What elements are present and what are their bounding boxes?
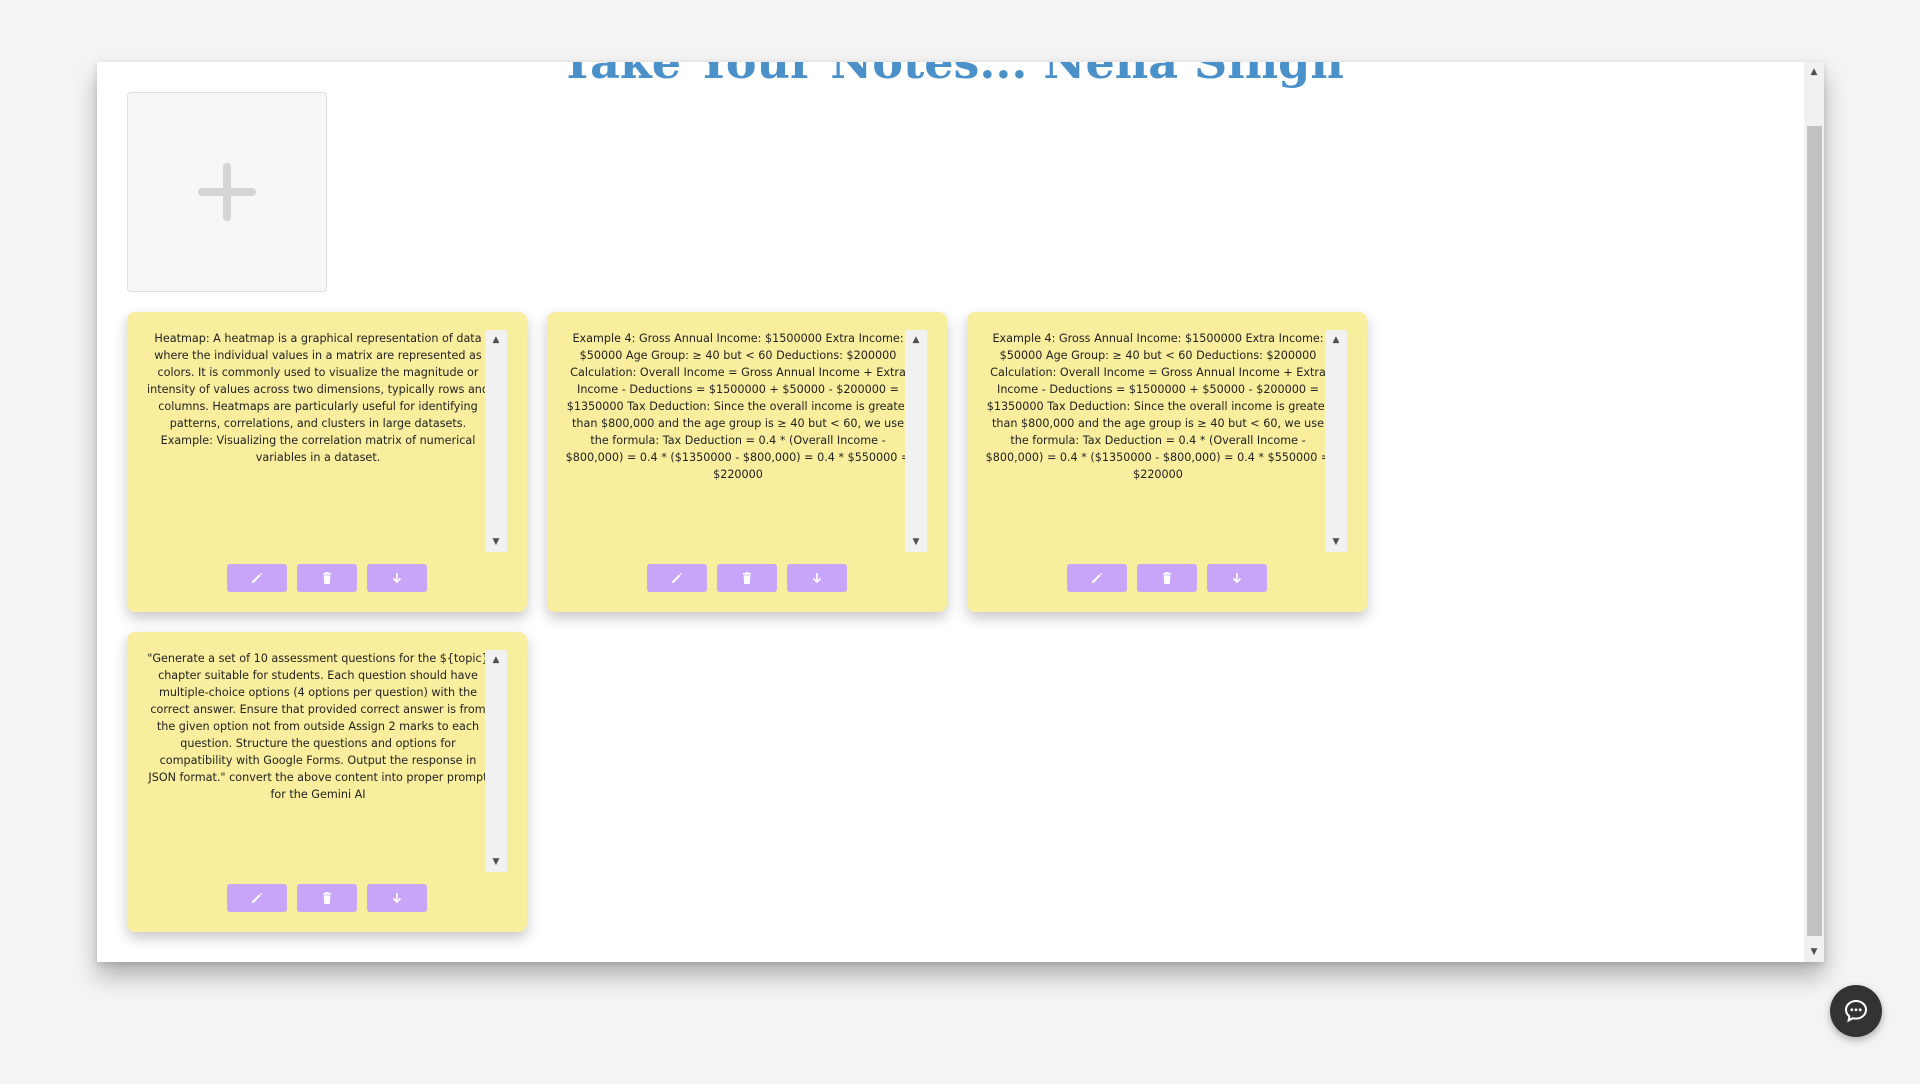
trash-icon — [743, 572, 751, 584]
scroll-up-icon[interactable]: ▲ — [485, 332, 507, 348]
pencil-icon — [1092, 573, 1102, 583]
note-text[interactable]: "Generate a set of 10 assessment questio… — [145, 650, 491, 870]
scroll-down-icon[interactable]: ▼ — [1325, 534, 1347, 550]
note-card: Example 4: Gross Annual Income: $1500000… — [967, 312, 1367, 612]
trash-icon — [323, 892, 331, 904]
chat-icon — [1844, 999, 1868, 1023]
scroll-down-icon[interactable]: ▼ — [485, 854, 507, 870]
scroll-up-icon[interactable]: ▲ — [1325, 332, 1347, 348]
add-note-button[interactable] — [127, 92, 327, 292]
delete-note-button[interactable] — [297, 564, 357, 592]
page-scrollbar[interactable]: ▲ ▼ — [1804, 62, 1824, 962]
notes-app-window: Take Your Notes... Neha Singh Heatmap: A… — [97, 62, 1824, 962]
note-scrollbar[interactable]: ▲ ▼ — [485, 330, 507, 552]
edit-note-button[interactable] — [1067, 564, 1127, 592]
scroll-down-icon[interactable]: ▼ — [485, 534, 507, 550]
note-scrollbar[interactable]: ▲ ▼ — [905, 330, 927, 552]
download-note-button[interactable] — [367, 564, 427, 592]
scroll-thumb[interactable] — [1807, 126, 1822, 936]
note-scrollbar[interactable]: ▲ ▼ — [1325, 330, 1347, 552]
delete-note-button[interactable] — [717, 564, 777, 592]
arrow-down-icon — [1232, 573, 1242, 584]
page-title: Take Your Notes... Neha Singh — [560, 62, 1344, 89]
download-note-button[interactable] — [1207, 564, 1267, 592]
note-text[interactable]: Example 4: Gross Annual Income: $1500000… — [565, 330, 911, 550]
trash-icon — [1163, 572, 1171, 584]
edit-note-button[interactable] — [647, 564, 707, 592]
arrow-down-icon — [392, 893, 402, 904]
scroll-up-icon[interactable]: ▲ — [1804, 64, 1824, 80]
download-note-button[interactable] — [367, 884, 427, 912]
edit-note-button[interactable] — [227, 564, 287, 592]
delete-note-button[interactable] — [297, 884, 357, 912]
edit-note-button[interactable] — [227, 884, 287, 912]
pencil-icon — [252, 573, 262, 583]
note-card: "Generate a set of 10 assessment questio… — [127, 632, 527, 932]
trash-icon — [323, 572, 331, 584]
scroll-up-icon[interactable]: ▲ — [905, 332, 927, 348]
scroll-down-icon[interactable]: ▼ — [1804, 944, 1824, 960]
note-card: Example 4: Gross Annual Income: $1500000… — [547, 312, 947, 612]
pencil-icon — [252, 893, 262, 903]
scroll-up-icon[interactable]: ▲ — [485, 652, 507, 668]
scroll-down-icon[interactable]: ▼ — [905, 534, 927, 550]
chat-button[interactable] — [1830, 985, 1882, 1037]
pencil-icon — [672, 573, 682, 583]
note-card: Heatmap: A heatmap is a graphical repres… — [127, 312, 527, 612]
arrow-down-icon — [392, 573, 402, 584]
download-note-button[interactable] — [787, 564, 847, 592]
note-text[interactable]: Heatmap: A heatmap is a graphical repres… — [145, 330, 491, 550]
note-text[interactable]: Example 4: Gross Annual Income: $1500000… — [985, 330, 1331, 550]
delete-note-button[interactable] — [1137, 564, 1197, 592]
arrow-down-icon — [812, 573, 822, 584]
note-scrollbar[interactable]: ▲ ▼ — [485, 650, 507, 872]
